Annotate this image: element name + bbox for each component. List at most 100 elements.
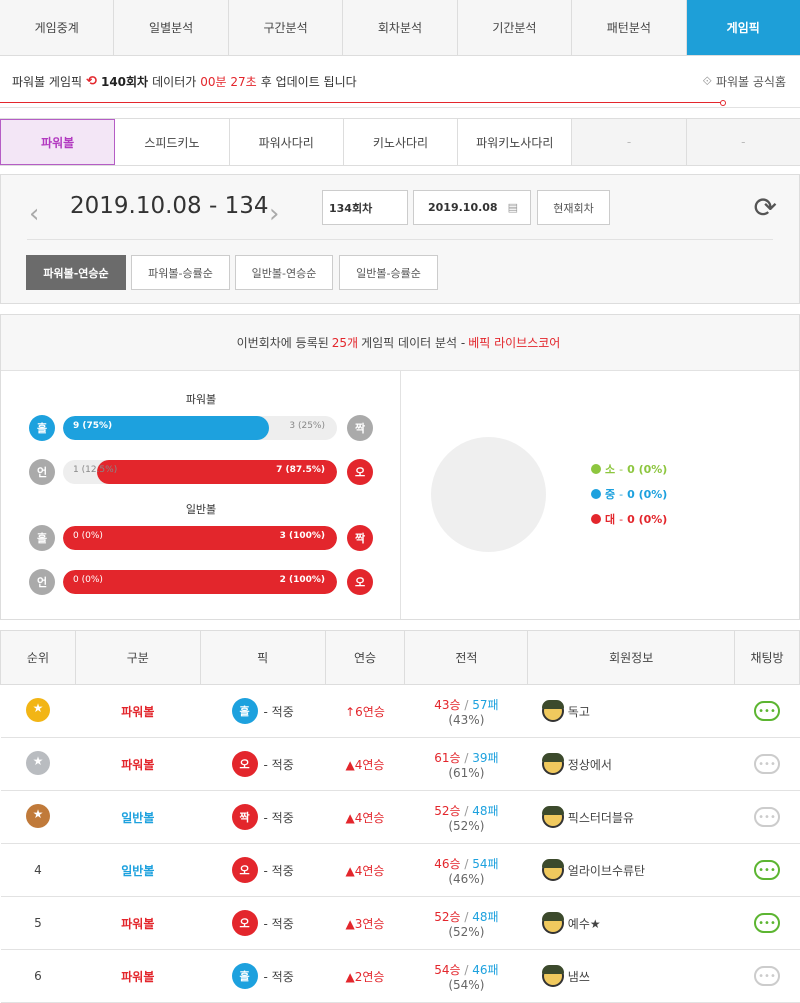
date-field-value: 2019.10.08 [428, 201, 498, 214]
tab-section[interactable]: 구간분석 [228, 0, 344, 55]
table-row: 일반볼 짝 - 적중 ▲4연승 52승 / 48패 (52%) 픽스터더블유 •… [0, 790, 800, 844]
member-name[interactable]: 정상에서 [568, 756, 612, 773]
record-cell: 43승 / 57패 (43%) [404, 684, 528, 738]
over-ball-icon: 오 [347, 569, 373, 595]
prev-round-icon[interactable]: ‹ [29, 199, 39, 229]
type-cell: 파워볼 [75, 684, 201, 738]
current-round-button[interactable]: 현재회차 [537, 190, 610, 225]
sort-normalball-rate-button[interactable]: 일반볼-승률순 [339, 255, 438, 290]
member-name[interactable]: 픽스터더블유 [568, 809, 634, 826]
chat-bubble-icon[interactable]: ••• [754, 701, 781, 721]
pick-ball-icon: 홀 [231, 698, 258, 724]
chat-bubble-icon[interactable]: ••• [754, 913, 781, 933]
tab-gamepick[interactable]: 게임픽 [686, 0, 800, 55]
odd-ball-icon: 홀 [29, 525, 55, 551]
member-name[interactable]: 얼라이브수류탄 [568, 862, 645, 879]
legend-large: 대 - 0 (0%) [591, 511, 667, 527]
streak-cell: ↑6연승 [325, 684, 405, 738]
tab-period[interactable]: 기간분석 [457, 0, 573, 55]
tab-live[interactable]: 게임중계 [0, 0, 115, 55]
member-cell[interactable]: 냄쓰 [527, 949, 735, 1003]
rank-medal-icon [25, 697, 50, 722]
bar-row-powerball-underover: 언 1 (12.5%) 7 (87.5%) 오 [29, 459, 375, 487]
member-name[interactable]: 예수★ [568, 915, 601, 932]
pick-result: - 적중 [263, 757, 294, 772]
panel-divider [27, 239, 773, 240]
pick-cell: 홀 - 적중 [200, 684, 326, 738]
member-cell[interactable]: 픽스터더블유 [527, 790, 735, 844]
round-field[interactable]: 134회차 [322, 190, 408, 225]
table-row: 6 파워볼 홀 - 적중 ▲2연승 54승 / 46패 (54%) 냄쓰 ••• [0, 949, 800, 1003]
chat-cell: ••• [734, 684, 800, 738]
subtab-kenoladder[interactable]: 키노사다리 [344, 119, 459, 165]
analysis-head-mid: 게임픽 데이터 분석 - [361, 336, 466, 350]
subtab-powerkenoladder[interactable]: 파워키노사다리 [458, 119, 573, 165]
streak-cell: ▲2연승 [325, 949, 405, 1003]
sort-normalball-streak-button[interactable]: 일반볼-연승순 [235, 255, 333, 290]
clock-icon: ⟲ [86, 74, 97, 89]
chat-bubble-icon[interactable]: ••• [754, 966, 781, 986]
under-ball-icon: 언 [29, 459, 55, 485]
table-row: 파워볼 오 - 적중 ▲4연승 61승 / 39패 (61%) 정상에서 ••• [0, 737, 800, 791]
chat-cell: ••• [734, 737, 800, 791]
left-value: 1 (12.5%) [73, 465, 118, 475]
loss-count: 57패 [472, 697, 499, 712]
even-ball-icon: 짝 [347, 415, 373, 441]
official-home-link[interactable]: ⟐ 파워볼 공식홈 [702, 73, 786, 90]
rank-cell: 4 [0, 843, 76, 897]
sort-powerball-streak-button[interactable]: 파워볼-연승순 [26, 255, 126, 290]
ratio-track: 0 (0%) 2 (100%) [63, 570, 337, 594]
size-distribution: 소 - 0 (0%) 중 - 0 (0%) 대 - 0 (0%) [401, 371, 799, 619]
legend-dot-medium [591, 489, 601, 499]
rank-cell: 6 [0, 949, 76, 1003]
member-name[interactable]: 독고 [568, 703, 590, 720]
pick-result: - 적중 [263, 704, 294, 719]
loss-count: 46패 [472, 962, 499, 977]
chat-cell: ••• [734, 790, 800, 844]
subtab-powerball[interactable]: 파워볼 [0, 119, 116, 165]
pick-cell: 오 - 적중 [200, 896, 326, 950]
legend-value: 0 (0%) [627, 512, 668, 526]
refresh-icon[interactable]: ⟳ [754, 191, 777, 224]
tab-round[interactable]: 회차분석 [343, 0, 458, 55]
member-cell[interactable]: 예수★ [527, 896, 735, 950]
official-home-label: 파워볼 공식홈 [715, 75, 786, 89]
pick-ball-icon: 오 [231, 857, 258, 883]
member-name[interactable]: 냄쓰 [568, 968, 590, 985]
sort-powerball-rate-button[interactable]: 파워볼-승률순 [131, 255, 230, 290]
pick-ball-icon: 오 [231, 910, 258, 936]
loss-count: 48패 [472, 909, 499, 924]
top-nav: 게임중계 일별분석 구간분석 회차분석 기간분석 패턴분석 게임픽 [0, 0, 800, 56]
even-ball-icon: 짝 [347, 525, 373, 551]
rank-cell [0, 737, 76, 791]
bar-row-normalball-underover: 언 0 (0%) 2 (100%) 오 [29, 569, 375, 597]
legend-medium: 중 - 0 (0%) [591, 486, 667, 502]
subtab-powerladder[interactable]: 파워사다리 [230, 119, 344, 165]
streak-cell: ▲4연승 [325, 737, 405, 791]
update-progress-line [0, 102, 724, 103]
brand-name: 베픽 라이브스코어 [468, 336, 561, 350]
member-cell[interactable]: 정상에서 [527, 737, 735, 791]
loss-count: 54패 [472, 856, 499, 871]
calendar-icon[interactable]: ▤ [508, 201, 518, 214]
legend-name: 대 [605, 513, 616, 526]
tab-pattern[interactable]: 패턴분석 [572, 0, 687, 55]
win-rate: (43%) [448, 712, 485, 727]
tab-daily[interactable]: 일별분석 [114, 0, 229, 55]
subtab-speedkeno[interactable]: 스피드키노 [115, 119, 230, 165]
chat-bubble-icon[interactable]: ••• [754, 860, 781, 880]
member-cell[interactable]: 얼라이브수류탄 [527, 843, 735, 897]
member-avatar-icon [541, 700, 564, 722]
date-field[interactable]: 2019.10.08 ▤ [413, 190, 531, 225]
current-date-round: 2019.10.08 - 134 [70, 193, 269, 219]
chat-bubble-icon[interactable]: ••• [754, 754, 781, 774]
over-ball-icon: 오 [347, 459, 373, 485]
col-type: 구분 [74, 630, 201, 685]
win-rate: (52%) [448, 924, 485, 939]
member-cell[interactable]: 독고 [527, 684, 735, 738]
rank-number: 4 [34, 863, 42, 877]
chat-bubble-icon[interactable]: ••• [754, 807, 781, 827]
next-round-icon[interactable]: › [269, 199, 279, 229]
member-avatar-icon [541, 859, 564, 881]
ratio-bars: 파워볼 홀 9 (75%) 3 (25%) 짝 언 1 (12.5%) 7 (8… [1, 371, 401, 619]
